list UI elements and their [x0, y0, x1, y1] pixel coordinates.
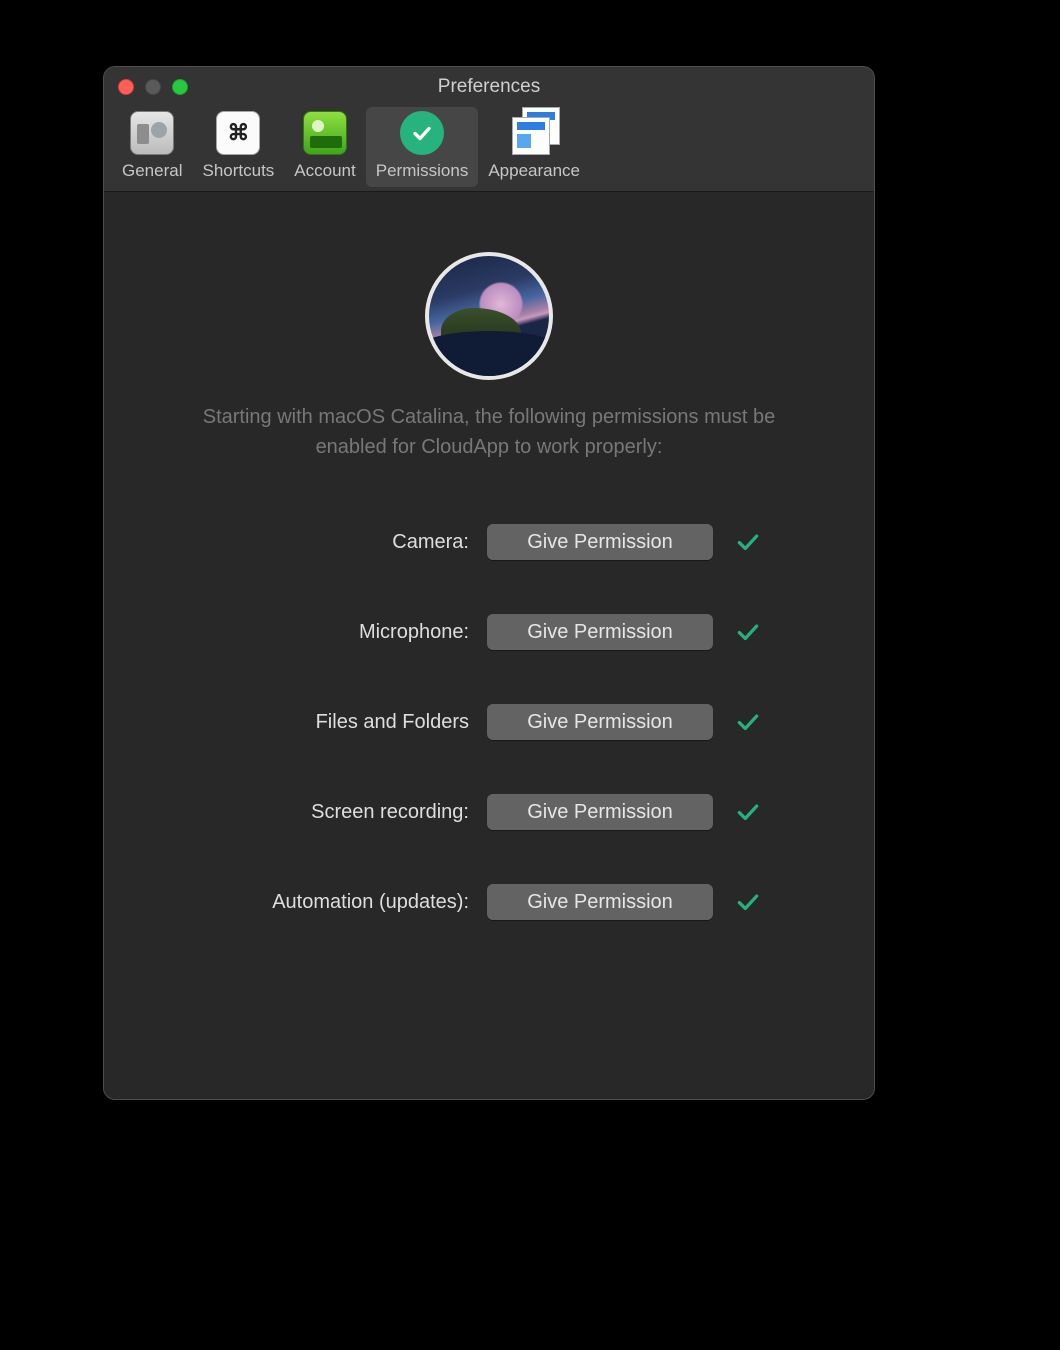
- window-title: Preferences: [104, 76, 874, 98]
- preferences-toolbar: General ⌘ Shortcuts Account Permissions …: [104, 107, 874, 192]
- macos-catalina-icon: [425, 252, 553, 380]
- check-icon: [735, 799, 761, 825]
- give-permission-button-files-folders[interactable]: Give Permission: [487, 704, 713, 740]
- account-icon: [303, 111, 347, 155]
- check-icon: [735, 529, 761, 555]
- tab-label: General: [122, 161, 182, 181]
- checkmark-circle-icon: [400, 111, 444, 155]
- permission-row-screen-recording: Screen recording: Give Permission: [217, 794, 761, 830]
- permission-row-automation: Automation (updates): Give Permission: [217, 884, 761, 920]
- tab-account[interactable]: Account: [284, 107, 365, 187]
- appearance-icon: [512, 111, 556, 155]
- close-button[interactable]: [118, 79, 134, 95]
- permissions-pane: Starting with macOS Catalina, the follow…: [104, 192, 874, 1099]
- tab-appearance[interactable]: Appearance: [478, 107, 590, 187]
- tab-label: Shortcuts: [202, 161, 274, 181]
- give-permission-button-microphone[interactable]: Give Permission: [487, 614, 713, 650]
- tab-shortcuts[interactable]: ⌘ Shortcuts: [192, 107, 284, 187]
- permission-label: Files and Folders: [217, 711, 487, 734]
- permissions-list: Camera: Give Permission Microphone: Give…: [217, 524, 761, 920]
- window-controls: [118, 79, 188, 95]
- tab-label: Permissions: [376, 161, 469, 181]
- check-icon: [735, 709, 761, 735]
- give-permission-button-screen-recording[interactable]: Give Permission: [487, 794, 713, 830]
- tab-label: Appearance: [488, 161, 580, 181]
- general-icon: [130, 111, 174, 155]
- permission-label: Camera:: [217, 531, 487, 554]
- permission-row-files-folders: Files and Folders Give Permission: [217, 704, 761, 740]
- permission-row-microphone: Microphone: Give Permission: [217, 614, 761, 650]
- give-permission-button-automation[interactable]: Give Permission: [487, 884, 713, 920]
- permission-label: Screen recording:: [217, 801, 487, 824]
- check-icon: [735, 889, 761, 915]
- give-permission-button-camera[interactable]: Give Permission: [487, 524, 713, 560]
- tab-permissions[interactable]: Permissions: [366, 107, 479, 187]
- command-icon: ⌘: [216, 111, 260, 155]
- tab-general[interactable]: General: [112, 107, 192, 187]
- permission-label: Microphone:: [217, 621, 487, 644]
- minimize-button[interactable]: [145, 79, 161, 95]
- permission-row-camera: Camera: Give Permission: [217, 524, 761, 560]
- intro-text: Starting with macOS Catalina, the follow…: [199, 402, 779, 462]
- check-icon: [735, 619, 761, 645]
- preferences-window: Preferences General ⌘ Shortcuts Account …: [103, 66, 875, 1100]
- zoom-button[interactable]: [172, 79, 188, 95]
- permission-label: Automation (updates):: [217, 891, 487, 914]
- titlebar: Preferences: [104, 67, 874, 107]
- tab-label: Account: [294, 161, 355, 181]
